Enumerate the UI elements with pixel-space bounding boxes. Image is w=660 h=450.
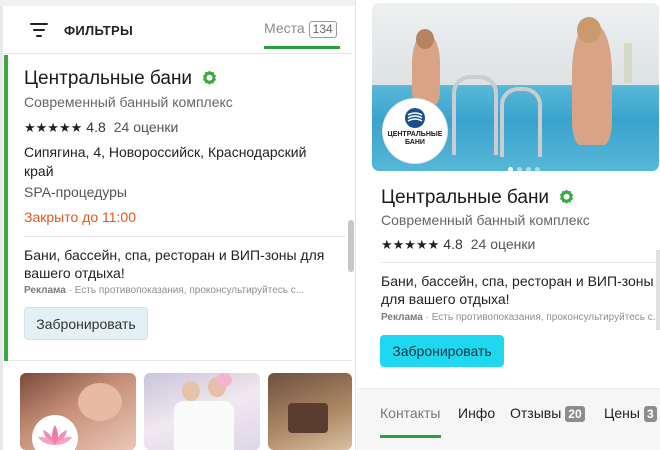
business-subtitle: Современный банный комплекс: [24, 94, 233, 110]
scrollbar-thumb[interactable]: [348, 220, 354, 272]
places-tab-indicator: [264, 46, 340, 49]
detail-rating-row[interactable]: ★★★★★ 4.8 24 оценки: [381, 236, 535, 253]
photo-pagination[interactable]: [508, 159, 544, 171]
business-card[interactable]: Центральные бани Современный банный комп…: [4, 55, 352, 361]
detail-subtitle: Современный банный комплекс: [381, 212, 590, 228]
rating-row[interactable]: ★★★★★ 4.8 24 оценки: [24, 119, 178, 136]
filter-icon[interactable]: [30, 23, 48, 37]
ad-disclaimer: · Есть противопоказания, проконсультируй…: [422, 312, 660, 323]
photo-thumbnail[interactable]: [20, 373, 136, 450]
prices-count-badge: 3: [643, 406, 657, 422]
book-button[interactable]: Забронировать: [24, 307, 148, 340]
business-hours: Закрыто до 11:00: [24, 209, 136, 225]
tab-places-label: Места: [264, 20, 305, 36]
card-divider: [24, 236, 346, 237]
tab-prices[interactable]: Цены 3: [604, 405, 657, 422]
ad-text: Бани, бассейн, спа, ресторан и ВИП-зоны …: [24, 247, 325, 281]
ad-meta: Реклама · Есть противопоказания, проконс…: [24, 285, 304, 296]
business-address: Сипягина, 4, Новороссийск, Краснодарский…: [24, 144, 307, 179]
lotus-logo-icon: [32, 415, 78, 450]
ad-label: Реклама: [381, 312, 423, 323]
photo-thumbnail[interactable]: [144, 373, 260, 450]
detail-divider: [381, 262, 660, 263]
detail-ad-meta: Реклама · Есть противопоказания, проконс…: [381, 312, 660, 323]
tab-reviews[interactable]: Отзывы 20: [510, 405, 585, 422]
business-title[interactable]: Центральные бани: [24, 68, 217, 90]
active-tab-indicator: [380, 435, 441, 438]
tab-places[interactable]: Места 134: [264, 20, 337, 46]
rating-value: 4.8: [443, 236, 463, 252]
business-detail-panel: ЦЕНТРАЛЬНЫЕ БАНИ Центральные бани Соврем…: [357, 0, 660, 450]
ad-label: Реклама: [24, 285, 66, 296]
rating-value: 4.8: [86, 119, 106, 135]
filters-button[interactable]: ФИЛЬТРЫ: [64, 23, 133, 38]
rating-count: 24 оценки: [470, 236, 536, 252]
detail-ad-text: Бани, бассейн, спа, ресторан и ВИП-зоны …: [381, 273, 654, 307]
detail-book-button[interactable]: Забронировать: [380, 335, 504, 367]
verified-icon: [560, 189, 574, 204]
logo-globe-icon: [405, 108, 425, 128]
ad-disclaimer: · Есть противопоказания, проконсультируй…: [65, 285, 305, 296]
verified-icon: [203, 70, 217, 85]
person-figure: [572, 25, 612, 145]
photo-thumbnail[interactable]: [268, 373, 352, 450]
card-selected-accent: [4, 55, 8, 361]
logo-text: ЦЕНТРАЛЬНЫЕ БАНИ: [387, 131, 443, 146]
business-category: SPA-процедуры: [24, 184, 127, 200]
detail-scrollbar[interactable]: [656, 250, 660, 330]
rating-stars-icon: ★★★★★: [381, 237, 440, 252]
pool-handrail: [500, 87, 542, 157]
pagination-dot[interactable]: [508, 167, 513, 171]
tab-contacts[interactable]: Контакты: [380, 405, 440, 421]
pagination-dot[interactable]: [535, 167, 540, 171]
next-card-photos: [20, 373, 352, 450]
tab-info[interactable]: Инфо: [458, 405, 495, 421]
reviews-count-badge: 20: [565, 406, 585, 422]
rating-stars-icon: ★★★★★: [24, 120, 83, 135]
business-logo: ЦЕНТРАЛЬНЫЕ БАНИ: [383, 99, 447, 163]
places-count-badge: 134: [308, 21, 337, 38]
pagination-dot[interactable]: [526, 167, 531, 171]
rating-count: 24 оценки: [113, 119, 179, 135]
detail-title: Центральные бани: [381, 187, 574, 209]
pagination-dot[interactable]: [517, 167, 522, 171]
detail-tabs: Контакты Инфо Отзывы 20 Цены 3: [357, 388, 660, 450]
pool-handrail: [452, 75, 498, 155]
search-results-panel: ФИЛЬТРЫ Места 134 Центральные бани Соврем…: [0, 0, 356, 450]
business-photo[interactable]: ЦЕНТРАЛЬНЫЕ БАНИ: [372, 3, 659, 171]
